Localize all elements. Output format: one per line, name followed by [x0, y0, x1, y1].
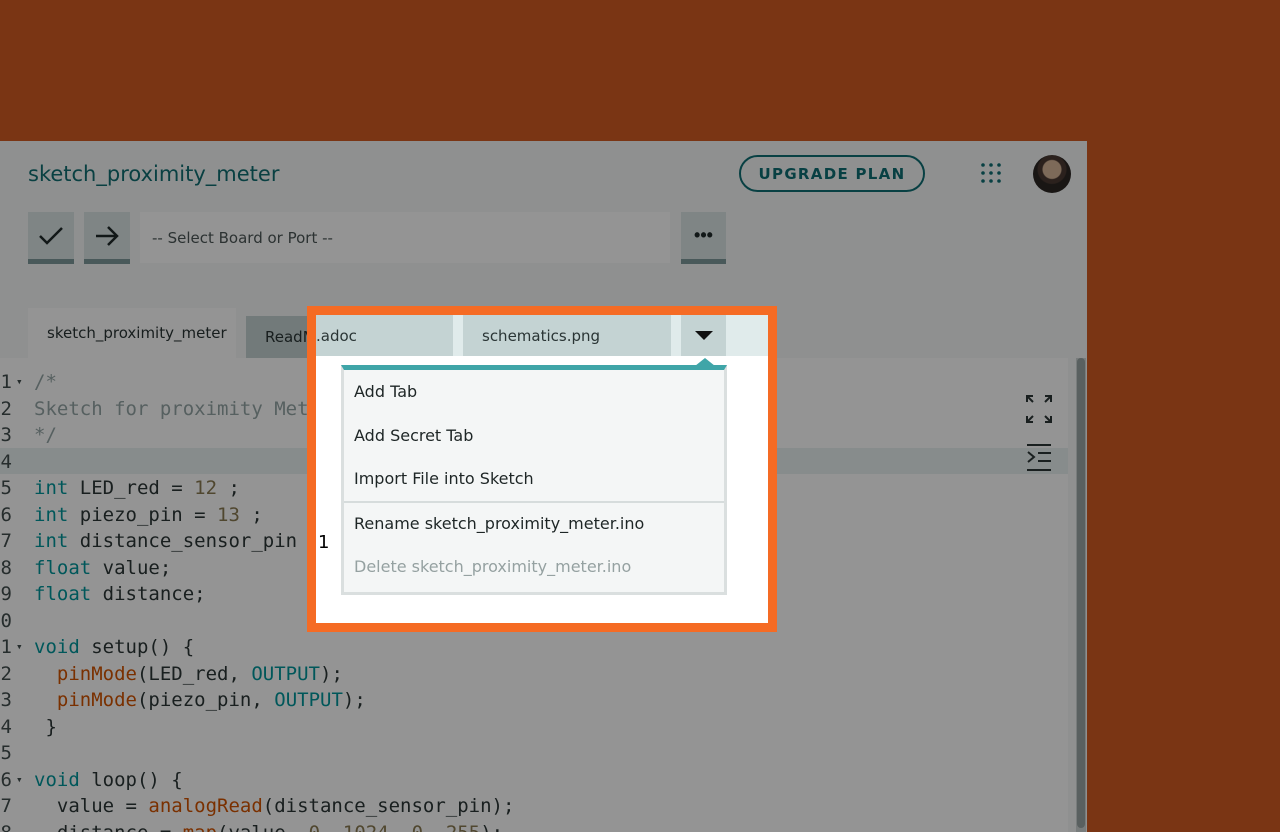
tab-sketch-main[interactable]: sketch_proximity_meter [28, 308, 236, 358]
line-number: 2 [0, 397, 12, 420]
line-number: 6 [0, 503, 12, 526]
code-text: pinMode(LED_red, OUTPUT); [56, 662, 343, 685]
upgrade-plan-button[interactable]: UPGRADE PLAN [739, 155, 925, 192]
line-number: 4 [0, 450, 12, 473]
tab-menu-highlight: .adoc schematics.png Add Tab Add Secret … [307, 306, 777, 632]
code-text: float value; [34, 556, 172, 579]
verify-button[interactable] [28, 212, 74, 264]
code-text: value = analogRead(distance_sensor_pin); [34, 795, 515, 817]
menu-import-file[interactable]: Import File into Sketch [344, 457, 724, 500]
code-text: pinMode(piezo_pin, OUTPUT); [56, 689, 366, 711]
line-number: 1 [0, 636, 12, 658]
indent-icon[interactable] [1025, 443, 1053, 473]
line-number: 1 [0, 371, 12, 393]
line-number: 0 [0, 609, 12, 632]
code-text: void setup() { [34, 636, 195, 658]
menu-add-tab[interactable]: Add Tab [344, 370, 724, 413]
board-port-select[interactable]: -- Select Board or Port -- [140, 212, 670, 263]
line-number: 8 [0, 556, 12, 579]
user-avatar[interactable] [1033, 155, 1071, 193]
code-text: float distance; [34, 583, 206, 605]
more-options-button[interactable]: ••• [681, 212, 726, 264]
line-number: 7 [0, 530, 12, 552]
line-number: 3 [0, 424, 12, 446]
line-number: 4 [0, 715, 12, 738]
code-text: int LED_red = 12 ; [34, 477, 240, 499]
scrollbar-thumb[interactable] [1077, 358, 1085, 828]
code-text: } [34, 715, 57, 738]
code-text: /* [34, 371, 57, 393]
line-number: 5 [0, 477, 12, 499]
code-fragment: 1 [318, 532, 330, 553]
code-text: */ [34, 424, 57, 446]
checkmark-icon [39, 226, 63, 245]
menu-delete-file: Delete sketch_proximity_meter.ino [354, 557, 632, 576]
arrow-right-icon [96, 225, 119, 246]
tab-dropdown-menu: Add Tab Add Secret Tab Import File into … [341, 365, 727, 595]
line-number: 7 [0, 795, 12, 817]
tab-schematics-highlight[interactable]: schematics.png [463, 315, 671, 356]
code-text: Sketch for proximity Meter [34, 397, 332, 420]
fold-arrow-icon[interactable]: ▾ [16, 634, 23, 660]
expand-icon[interactable] [1025, 394, 1053, 424]
menu-add-secret-tab[interactable]: Add Secret Tab [344, 414, 724, 457]
fold-arrow-icon[interactable]: ▾ [16, 369, 23, 395]
tab-menu-toggle-highlight[interactable] [681, 315, 726, 356]
upload-button[interactable] [84, 212, 130, 264]
code-text: void loop() { [34, 768, 183, 791]
sketch-title: sketch_proximity_meter [28, 162, 280, 186]
tabs-strip: .adoc schematics.png [316, 315, 768, 356]
apps-grid-icon[interactable] [979, 161, 1003, 185]
line-number: 5 [0, 742, 12, 764]
line-number: 6 [0, 768, 12, 791]
caret-down-icon [694, 330, 713, 340]
line-number: 3 [0, 689, 12, 711]
menu-rename-file[interactable]: Rename sketch_proximity_meter.ino [344, 502, 724, 545]
fold-arrow-icon[interactable]: ▾ [16, 767, 23, 793]
line-number: 9 [0, 583, 12, 605]
code-text: distance = map(value, 0, 1024, 0, 255); [34, 820, 503, 832]
line-number: 2 [0, 662, 12, 685]
tab-readme-partial[interactable]: .adoc [316, 315, 453, 356]
line-number: 8 [0, 820, 12, 832]
code-text: int piezo_pin = 13 ; [34, 503, 263, 526]
